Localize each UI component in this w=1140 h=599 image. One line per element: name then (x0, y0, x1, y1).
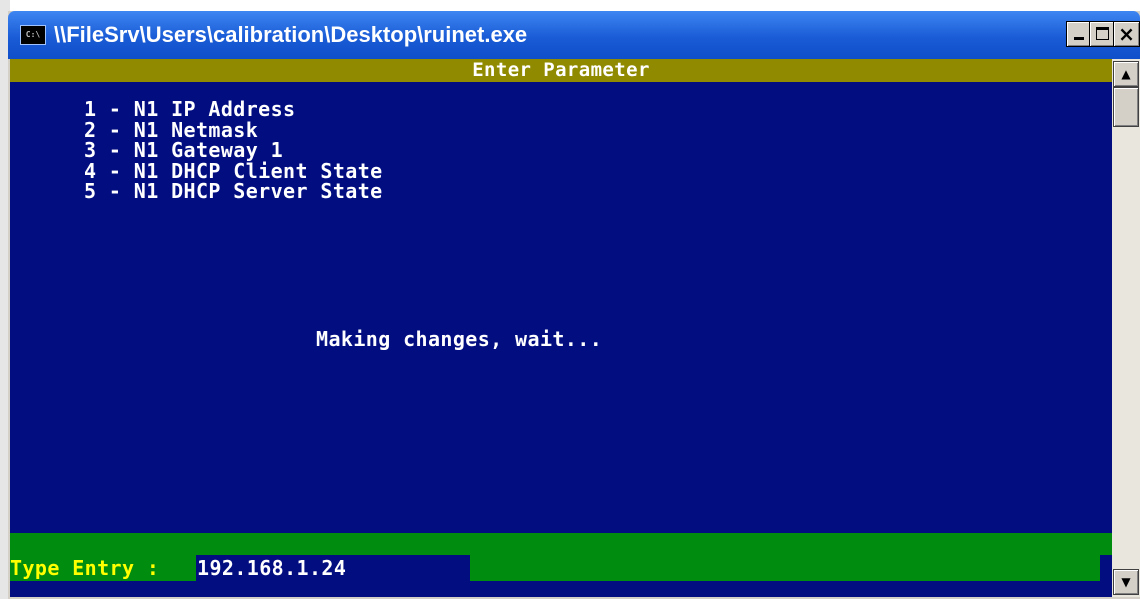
entry-label: Type Entry : (10, 555, 196, 581)
status-bar (10, 533, 1112, 555)
title-bar[interactable]: C:\ \\FileSrv\Users\calibration\Desktop\… (8, 11, 1140, 59)
menu-item: 2 - N1 Netmask (84, 117, 259, 142)
status-message: Making changes, wait... (316, 327, 603, 351)
header-title: Enter Parameter (472, 59, 650, 81)
maximize-icon (1096, 27, 1109, 40)
menu-item: 5 - N1 DHCP Server State (84, 179, 383, 203)
scroll-thumb[interactable] (1113, 87, 1139, 127)
scroll-up-button[interactable]: ▲ (1113, 61, 1139, 87)
close-icon: × (1118, 22, 1135, 46)
arrow-up-icon: ▲ (1121, 67, 1131, 81)
entry-row: Type Entry : (10, 555, 1112, 581)
menu-item: 1 - N1 IP Address (84, 97, 296, 121)
parameter-menu: 1 - N1 IP Address 2 - N1 Netmask 3 - N1 … (84, 99, 383, 202)
minimize-icon (1074, 37, 1084, 40)
maximize-button[interactable] (1089, 21, 1115, 47)
console-app-icon[interactable]: C:\ (20, 25, 46, 45)
vertical-scrollbar[interactable]: ▲ ▼ (1112, 59, 1140, 597)
scroll-down-button[interactable]: ▼ (1113, 569, 1139, 595)
arrow-down-icon: ▼ (1121, 575, 1131, 589)
entry-input[interactable] (196, 555, 471, 581)
console-area[interactable]: Enter Parameter 1 - N1 IP Address 2 - N1… (10, 59, 1112, 597)
menu-item: 4 - N1 DHCP Client State (84, 158, 383, 183)
menu-item: 3 - N1 Gateway 1 (84, 138, 284, 162)
entry-field-fill (470, 555, 1100, 581)
close-button[interactable]: × (1113, 21, 1140, 47)
window-title: \\FileSrv\Users\calibration\Desktop\ruin… (54, 22, 528, 47)
console-window: C:\ \\FileSrv\Users\calibration\Desktop\… (8, 11, 1140, 599)
